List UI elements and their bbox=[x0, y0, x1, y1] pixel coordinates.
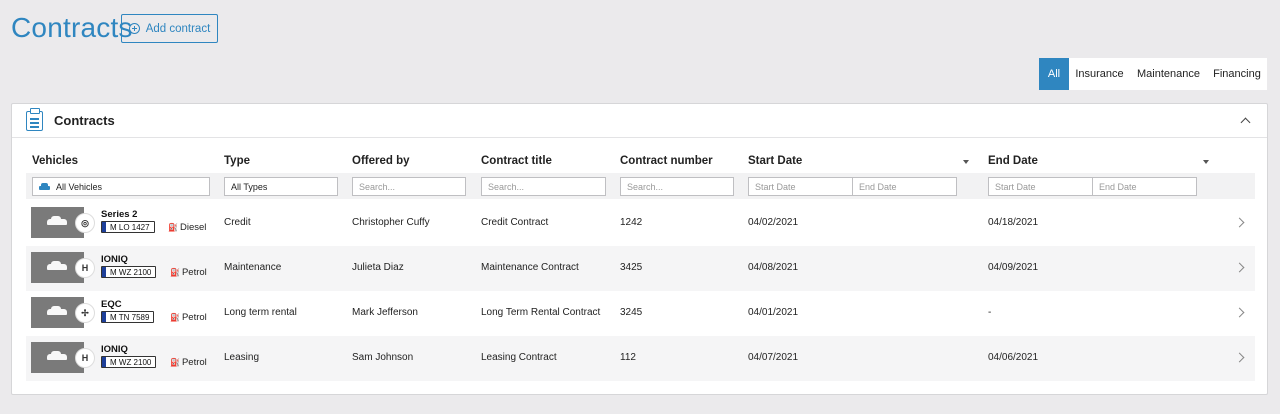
tab-insurance[interactable]: Insurance bbox=[1069, 58, 1130, 90]
start-date: 04/02/2021 bbox=[748, 217, 799, 228]
fuel-type: ⛽ Diesel bbox=[168, 222, 207, 233]
contract-title: Maintenance Contract bbox=[481, 262, 579, 273]
contracts-panel: Contracts Vehicles Type Offered by Contr… bbox=[11, 103, 1268, 395]
vehicle-filter-select[interactable]: All Vehicles bbox=[32, 177, 210, 196]
table-row[interactable]: H IONIQ M WZ 2100 ⛽ Petrol Leasing Sam Jo… bbox=[26, 336, 1255, 381]
contract-type: Maintenance bbox=[224, 262, 282, 273]
table-row[interactable]: ✢ EQC M TN 7589 ⛽ Petrol Long term rental… bbox=[26, 291, 1255, 336]
offered-by: Sam Johnson bbox=[352, 352, 414, 363]
end-date: - bbox=[988, 307, 992, 318]
sort-caret-icon[interactable] bbox=[1203, 160, 1209, 164]
contract-title: Leasing Contract bbox=[481, 352, 557, 363]
offered-by: Christopher Cuffy bbox=[352, 217, 430, 228]
column-header-vehicles[interactable]: Vehicles bbox=[32, 155, 78, 167]
license-plate: M TN 7589 bbox=[101, 311, 155, 323]
license-plate: M LO 1427 bbox=[101, 221, 155, 233]
offered-by-search-input[interactable]: Search... bbox=[352, 177, 466, 196]
column-header-offered-by[interactable]: Offered by bbox=[352, 155, 410, 167]
hyundai-logo-icon: H bbox=[75, 258, 95, 278]
end-date: 04/06/2021 bbox=[988, 352, 1039, 363]
panel-title: Contracts bbox=[54, 113, 115, 128]
license-plate: M WZ 2100 bbox=[101, 266, 157, 278]
fuel-type: ⛽ Petrol bbox=[170, 357, 207, 368]
clipboard-icon bbox=[26, 108, 43, 131]
column-header-type[interactable]: Type bbox=[224, 155, 250, 167]
column-header-end-date[interactable]: End Date bbox=[988, 155, 1038, 167]
contract-type-tabs: All Insurance Maintenance Financing bbox=[1039, 58, 1267, 90]
chevron-right-icon[interactable] bbox=[1236, 308, 1245, 317]
chevron-right-icon[interactable] bbox=[1236, 353, 1245, 362]
vehicle-model: Series 2 bbox=[101, 209, 138, 220]
fuel-type: ⛽ Petrol bbox=[170, 312, 207, 323]
tab-all[interactable]: All bbox=[1039, 58, 1069, 90]
fuel-icon: ⛽ bbox=[168, 223, 178, 232]
fuel-type: ⛽ Petrol bbox=[170, 267, 207, 278]
contract-number-search-input[interactable]: Search... bbox=[620, 177, 734, 196]
type-filter-select[interactable]: All Types bbox=[224, 177, 338, 196]
table-row[interactable]: ◎ Series 2 M LO 1427 ⛽ Diesel Credit Chri… bbox=[26, 201, 1255, 246]
contract-number: 1242 bbox=[620, 217, 643, 228]
end-date-to-input[interactable]: End Date bbox=[1092, 177, 1197, 196]
fuel-icon: ⛽ bbox=[170, 358, 180, 367]
table-row[interactable]: H IONIQ M WZ 2100 ⛽ Petrol Maintenance Ju… bbox=[26, 246, 1255, 291]
chevron-up-icon[interactable] bbox=[1239, 114, 1253, 128]
contract-title: Long Term Rental Contract bbox=[481, 307, 601, 318]
contract-title-search-input[interactable]: Search... bbox=[481, 177, 606, 196]
column-header-start-date[interactable]: Start Date bbox=[748, 155, 802, 167]
sort-caret-icon[interactable] bbox=[963, 160, 969, 164]
offered-by: Julieta Diaz bbox=[352, 262, 404, 273]
add-contract-label: Add contract bbox=[145, 22, 211, 35]
end-date-from-input[interactable]: Start Date bbox=[988, 177, 1093, 196]
contract-number: 3425 bbox=[620, 262, 643, 273]
chevron-right-icon[interactable] bbox=[1236, 263, 1245, 272]
add-contract-button[interactable]: Add contract bbox=[121, 14, 218, 43]
vehicle-model: IONIQ bbox=[101, 344, 128, 355]
hyundai-logo-icon: H bbox=[75, 348, 95, 368]
column-header-contract-title[interactable]: Contract title bbox=[481, 155, 552, 167]
end-date: 04/18/2021 bbox=[988, 217, 1039, 228]
vehicle-model: EQC bbox=[101, 299, 122, 310]
vehicle-model: IONIQ bbox=[101, 254, 128, 265]
plus-circle-icon bbox=[128, 23, 140, 34]
tab-maintenance[interactable]: Maintenance bbox=[1130, 58, 1207, 90]
fuel-icon: ⛽ bbox=[170, 268, 180, 277]
contract-type: Credit bbox=[224, 217, 251, 228]
fuel-icon: ⛽ bbox=[170, 313, 180, 322]
start-date: 04/07/2021 bbox=[748, 352, 799, 363]
contract-type: Long term rental bbox=[224, 307, 297, 318]
contract-number: 3245 bbox=[620, 307, 643, 318]
tab-financing[interactable]: Financing bbox=[1207, 58, 1267, 90]
page-title: Contracts bbox=[11, 12, 133, 43]
column-header-contract-number[interactable]: Contract number bbox=[620, 155, 713, 167]
bmw-logo-icon: ◎ bbox=[75, 213, 95, 233]
license-plate: M WZ 2100 bbox=[101, 356, 157, 368]
mercedes-logo-icon: ✢ bbox=[75, 303, 95, 323]
start-date: 04/01/2021 bbox=[748, 307, 799, 318]
chevron-right-icon[interactable] bbox=[1236, 218, 1245, 227]
end-date: 04/09/2021 bbox=[988, 262, 1039, 273]
start-date: 04/08/2021 bbox=[748, 262, 799, 273]
panel-header: Contracts bbox=[12, 104, 1267, 138]
offered-by: Mark Jefferson bbox=[352, 307, 418, 318]
start-date-to-input[interactable]: End Date bbox=[852, 177, 957, 196]
contract-type: Leasing bbox=[224, 352, 260, 363]
contract-title: Credit Contract bbox=[481, 217, 549, 228]
contract-number: 112 bbox=[620, 352, 636, 363]
start-date-from-input[interactable]: Start Date bbox=[748, 177, 853, 196]
vehicle-filter-value: All Vehicles bbox=[56, 181, 103, 192]
car-icon bbox=[39, 182, 50, 191]
